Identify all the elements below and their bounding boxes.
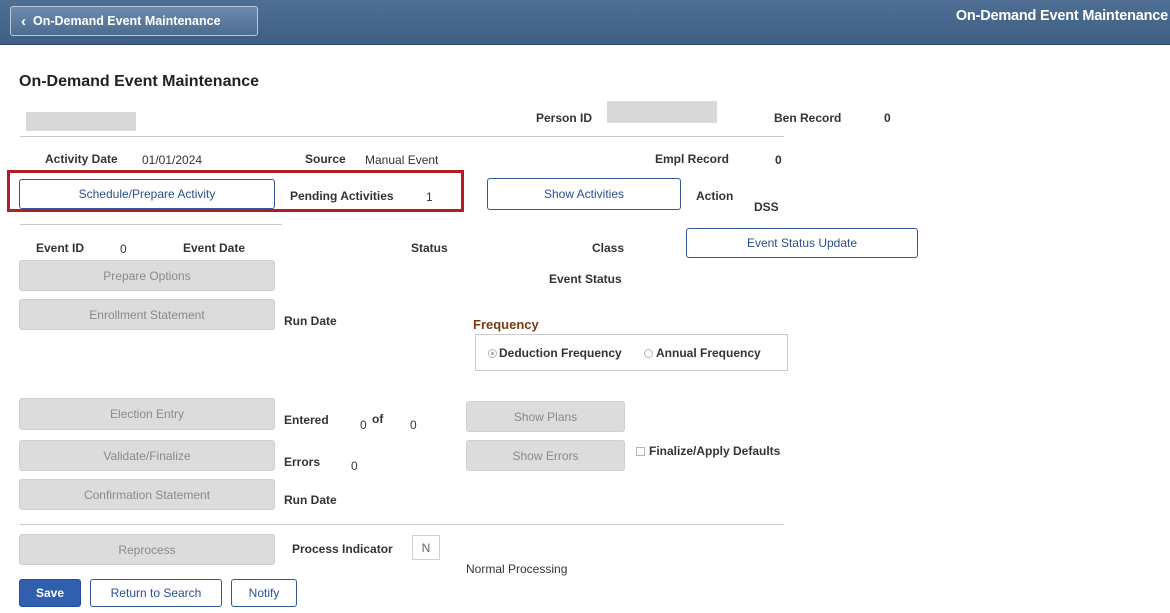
event-status-label: Event Status — [549, 272, 622, 286]
event-id-value: 0 — [120, 242, 127, 256]
process-indicator-field[interactable]: N — [412, 535, 440, 560]
ben-record-value: 0 — [884, 111, 891, 125]
checkbox-icon[interactable] — [636, 446, 645, 456]
prepare-options-button[interactable]: Prepare Options — [19, 260, 275, 291]
errors-label: Errors — [284, 455, 321, 469]
annual-frequency-label: Annual Frequency — [656, 346, 761, 360]
entered-value: 0 — [360, 418, 367, 432]
save-button[interactable]: Save — [19, 579, 81, 607]
deduction-frequency-label: Deduction Frequency — [499, 346, 622, 360]
frequency-deduction-option[interactable]: Deduction Frequency — [488, 346, 622, 360]
chevron-left-icon: ‹ — [21, 12, 26, 30]
pending-activities-value: 1 — [426, 190, 433, 204]
status-label: Status — [411, 241, 448, 255]
notify-button[interactable]: Notify — [231, 579, 297, 607]
election-entry-button[interactable]: Election Entry — [19, 398, 275, 430]
run-date-label-2: Run Date — [284, 493, 337, 507]
event-id-label: Event ID — [36, 241, 85, 255]
divider — [20, 224, 282, 225]
of-label: of — [372, 412, 384, 426]
divider — [20, 136, 784, 137]
page-title: On-Demand Event Maintenance — [19, 73, 260, 90]
empl-record-label: Empl Record — [655, 152, 730, 166]
errors-value: 0 — [351, 459, 358, 473]
source-value: Manual Event — [365, 153, 439, 167]
show-activities-button[interactable]: Show Activities — [487, 178, 681, 210]
process-indicator-label: Process Indicator — [292, 542, 393, 556]
show-plans-button[interactable]: Show Plans — [466, 401, 625, 432]
confirmation-statement-button[interactable]: Confirmation Statement — [19, 479, 275, 510]
reprocess-button[interactable]: Reprocess — [19, 534, 275, 565]
event-date-label: Event Date — [183, 241, 246, 255]
return-to-search-button[interactable]: Return to Search — [90, 579, 222, 607]
validate-finalize-button[interactable]: Validate/Finalize — [19, 440, 275, 471]
back-button-label: On-Demand Event Maintenance — [33, 14, 221, 28]
back-button[interactable]: ‹ On-Demand Event Maintenance — [10, 6, 258, 36]
frequency-annual-option[interactable]: Annual Frequency — [644, 346, 761, 360]
person-id-masked — [607, 101, 717, 123]
divider — [20, 524, 784, 525]
class-label: Class — [592, 241, 625, 255]
entered-label: Entered — [284, 413, 329, 427]
frequency-title: Frequency — [473, 317, 539, 332]
empl-record-value: 0 — [775, 153, 782, 167]
activity-date-value: 01/01/2024 — [142, 153, 203, 167]
show-errors-button[interactable]: Show Errors — [466, 440, 625, 471]
action-label: Action — [696, 189, 734, 203]
banner-title: On-Demand Event Maintenance — [955, 8, 1168, 24]
run-date-label: Run Date — [284, 314, 337, 328]
action-value: DSS — [754, 200, 779, 214]
source-label: Source — [305, 152, 346, 166]
person-id-label: Person ID — [536, 111, 593, 125]
radio-annual-icon[interactable] — [644, 348, 653, 358]
finalize-defaults-option[interactable]: Finalize/Apply Defaults — [636, 444, 780, 458]
person-name-masked — [26, 112, 136, 131]
enrollment-statement-button[interactable]: Enrollment Statement — [19, 299, 275, 330]
event-status-update-button[interactable]: Event Status Update — [686, 228, 918, 258]
finalize-defaults-label: Finalize/Apply Defaults — [649, 444, 781, 458]
ben-record-label: Ben Record — [774, 111, 842, 125]
normal-processing-text: Normal Processing — [466, 562, 568, 576]
schedule-prepare-activity-button[interactable]: Schedule/Prepare Activity — [19, 179, 275, 209]
radio-deduction-icon[interactable] — [488, 348, 497, 358]
activity-date-label: Activity Date — [45, 152, 118, 166]
pending-activities-label: Pending Activities — [290, 189, 394, 203]
of-value: 0 — [410, 418, 417, 432]
